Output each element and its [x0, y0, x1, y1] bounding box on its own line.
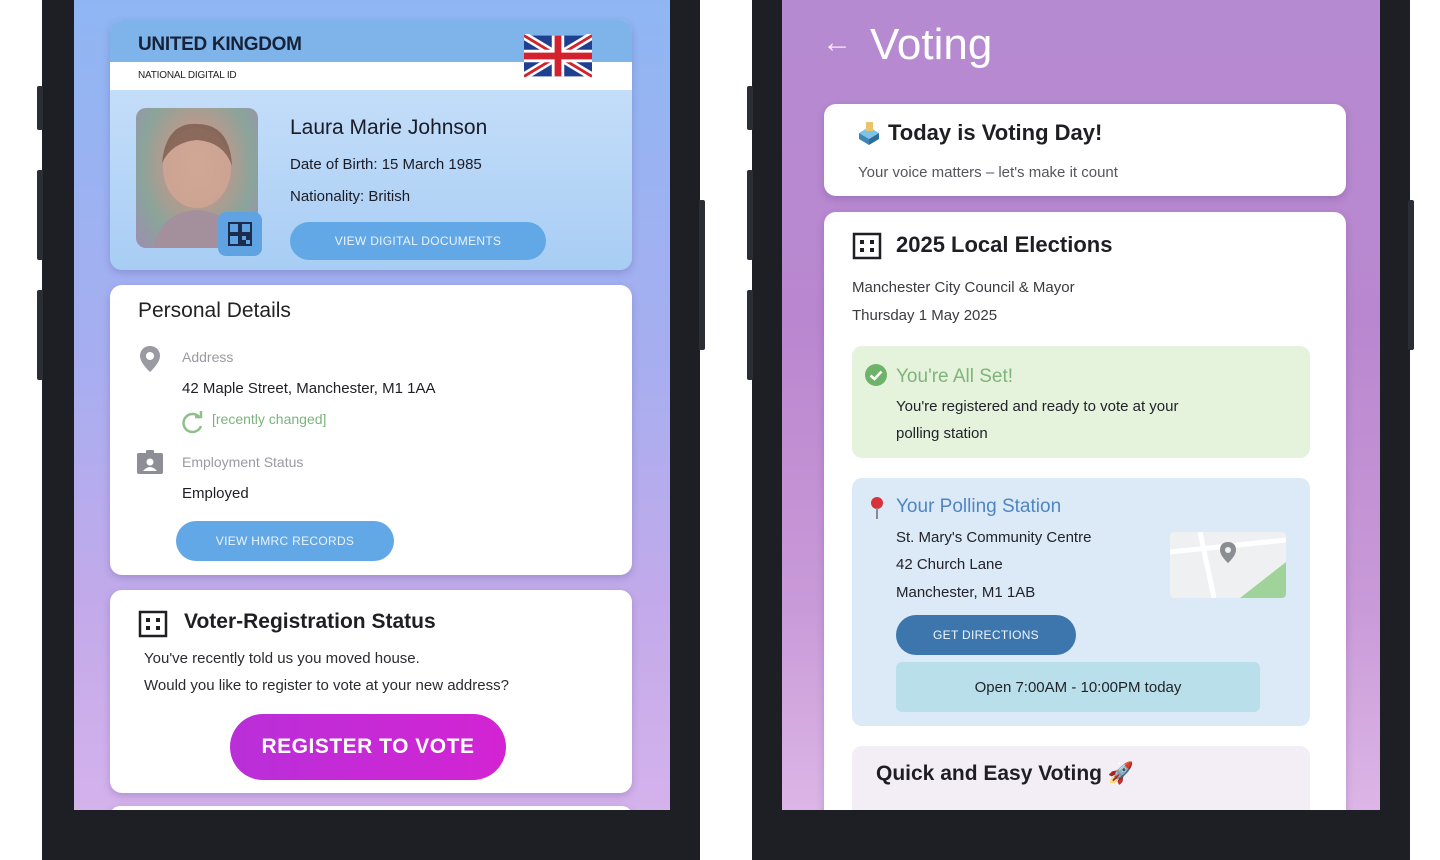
power-button: [1408, 200, 1414, 350]
election-date: Thursday 1 May 2025: [852, 307, 998, 324]
voting-day-card: Today is Voting Day! Your voice matters …: [824, 104, 1346, 196]
map-thumbnail[interactable]: [1170, 532, 1286, 598]
voter-registration-message: Would you like to register to vote at yo…: [144, 677, 509, 694]
digital-id-card: UNITED KINGDOM NATIONAL DIGITAL ID Laura…: [110, 20, 632, 270]
all-set-message: You're registered and ready to vote at y…: [896, 398, 1179, 415]
voter-registration-title: Voter-Registration Status: [184, 610, 436, 633]
volume-button: [747, 170, 753, 260]
date-of-birth: Date of Birth: 15 March 1985: [290, 156, 482, 173]
voting-day-subtitle: Your voice matters – let's make it count: [858, 164, 1118, 181]
quick-voting-panel: Quick and Easy Voting 🚀: [852, 746, 1310, 810]
check-circle-icon: [865, 364, 887, 386]
employment-status-label: Employment Status: [182, 454, 304, 470]
id-sublabel: NATIONAL DIGITAL ID: [138, 70, 237, 81]
red-pin-icon: [871, 497, 883, 519]
get-directions-button[interactable]: GET DIRECTIONS: [896, 615, 1076, 655]
election-card: 2025 Local Elections Manchester City Cou…: [824, 212, 1346, 810]
polling-station-name: St. Mary's Community Centre: [896, 529, 1092, 546]
voter-registration-message: You've recently told us you moved house.: [144, 650, 420, 667]
polling-station-title: Your Polling Station: [896, 496, 1062, 517]
personal-details-title: Personal Details: [138, 299, 291, 322]
holder-name: Laura Marie Johnson: [290, 116, 488, 139]
polling-station-street: 42 Church Lane: [896, 556, 1003, 573]
registration-confirmed-panel: You're All Set! You're registered and re…: [852, 346, 1310, 458]
election-title: 2025 Local Elections: [896, 232, 1113, 257]
voting-screen: ← Voting Today is Voting Day! Your voice…: [782, 0, 1380, 810]
address-value: 42 Maple Street, Manchester, M1 1AA: [182, 380, 436, 397]
power-button: [699, 200, 705, 350]
volume-button: [37, 86, 43, 130]
id-country: UNITED KINGDOM: [138, 34, 302, 55]
id-badge-icon: [137, 450, 163, 474]
building-icon: [138, 610, 168, 638]
recently-changed-note: [recently changed]: [212, 411, 327, 427]
quick-voting-title: Quick and Easy Voting 🚀: [876, 762, 1134, 785]
page-title: Voting: [870, 20, 993, 69]
volume-button: [747, 86, 753, 130]
ballot-box-icon: [859, 122, 879, 145]
qr-code-icon[interactable]: [218, 212, 262, 256]
all-set-message: polling station: [896, 425, 988, 442]
volume-button: [747, 290, 753, 380]
refresh-icon: [182, 411, 203, 434]
view-digital-documents-button[interactable]: VIEW DIGITAL DOCUMENTS: [290, 222, 546, 260]
polling-station-city: Manchester, M1 1AB: [896, 584, 1036, 601]
employment-status-value: Employed: [182, 485, 249, 502]
opening-hours: Open 7:00AM - 10:00PM today: [896, 662, 1260, 712]
view-hmrc-records-button[interactable]: VIEW HMRC RECORDS: [176, 521, 394, 561]
map-pin-icon: [1170, 532, 1286, 598]
voter-registration-card: Voter-Registration Status You've recentl…: [110, 590, 632, 793]
volume-button: [37, 290, 43, 380]
voting-day-title: Today is Voting Day!: [888, 120, 1103, 145]
personal-details-card: Personal Details Address 42 Maple Street…: [110, 285, 632, 575]
address-label: Address: [182, 349, 234, 365]
nationality: Nationality: British: [290, 188, 411, 205]
register-to-vote-button[interactable]: REGISTER TO VOTE: [230, 714, 506, 780]
volume-button: [37, 170, 43, 260]
digital-id-screen: UNITED KINGDOM NATIONAL DIGITAL ID Laura…: [74, 0, 670, 810]
next-card: [110, 806, 632, 810]
location-pin-icon: [140, 346, 160, 372]
all-set-title: You're All Set!: [896, 366, 1014, 387]
election-council: Manchester City Council & Mayor: [852, 279, 1075, 296]
back-arrow-icon[interactable]: ←: [822, 26, 852, 60]
building-icon: [852, 232, 882, 260]
union-jack-flag-icon: [524, 34, 592, 78]
polling-station-panel: Your Polling Station St. Mary's Communit…: [852, 478, 1310, 726]
